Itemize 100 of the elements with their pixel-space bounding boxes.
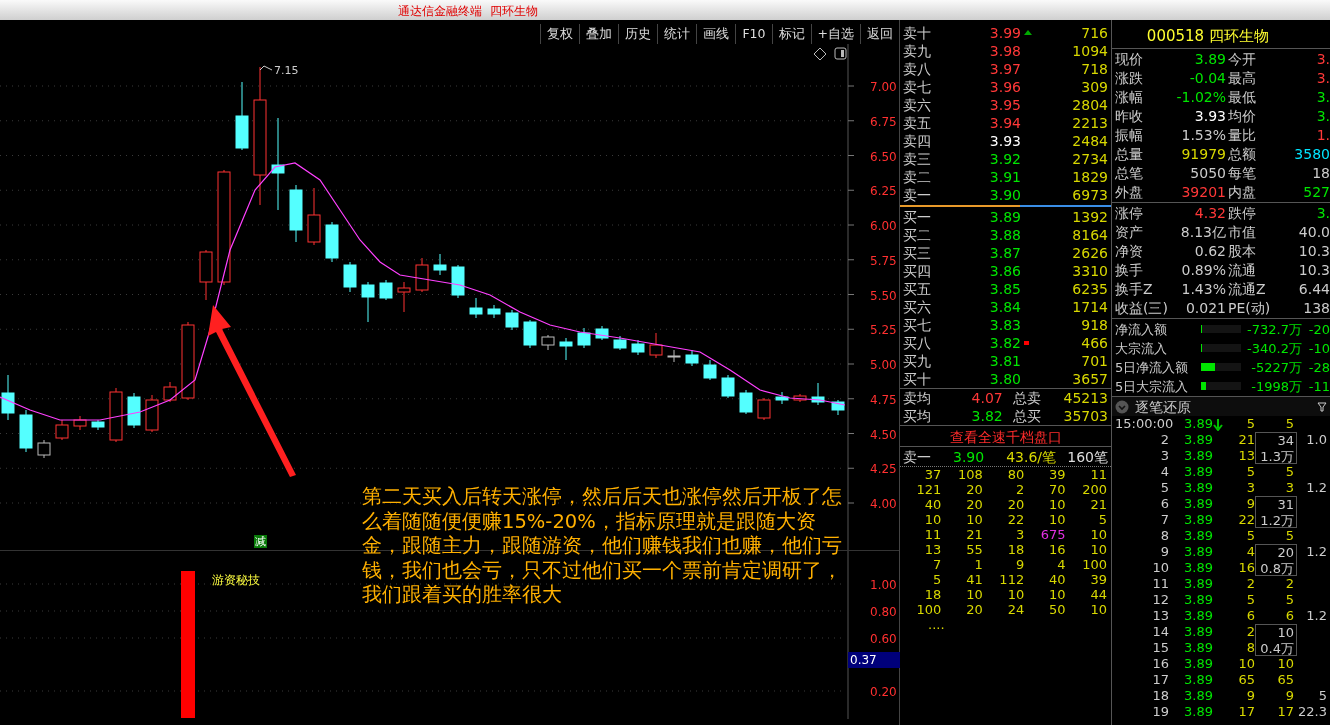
level-label: 卖三 — [903, 150, 932, 168]
order-size: 22 — [1006, 512, 1025, 527]
price-axis-label: 4.25 — [870, 462, 897, 477]
candlestick — [487, 304, 501, 319]
order-size: 50 — [1048, 602, 1066, 617]
group-amount: 0.4万 — [1260, 641, 1294, 657]
price-value: 3.98 — [988, 42, 1021, 60]
tick-price: 3.89 — [1184, 560, 1213, 575]
price-value: 3.96 — [988, 78, 1021, 96]
group-amount: 1.2万 — [1260, 513, 1294, 529]
field-label: 均价 — [1227, 107, 1257, 126]
flow-value: -1998万 — [1250, 378, 1302, 396]
field-value: 18 — [1311, 164, 1330, 183]
tick-volume: 22 — [1237, 512, 1255, 528]
indicator-name: 游资秘技 — [212, 572, 260, 589]
tick-price: 3.89 — [1184, 496, 1213, 511]
field-label: 昨收 — [1115, 107, 1144, 126]
field-label: 总额 — [1227, 145, 1257, 164]
field-label: 每笔 — [1227, 164, 1257, 183]
price-axis-label: 6.00 — [870, 219, 897, 233]
order-size: 41 — [965, 572, 983, 587]
price-value: 3.92 — [988, 150, 1021, 168]
price-value: 3.87 — [988, 244, 1021, 262]
level-label: 买七 — [903, 316, 932, 334]
price-value: 3.85 — [988, 280, 1021, 298]
order-size: 100 — [915, 602, 942, 617]
total-label: 总买 — [1012, 407, 1042, 425]
tick-volume: 2 — [1245, 576, 1255, 592]
level-label: 买九 — [903, 352, 932, 370]
tick-time: 2 — [1159, 432, 1169, 448]
field-value: 8.13亿 — [1179, 223, 1226, 242]
field-value: 1.43% — [1180, 280, 1226, 299]
depth-link[interactable]: 查看全速千档盘口 — [900, 425, 1111, 447]
candlestick — [721, 374, 735, 399]
diamond-icon — [813, 47, 827, 61]
group-count: 10 — [1277, 625, 1294, 641]
field-value: 3. — [1315, 50, 1330, 69]
price-axis-label: 5.50 — [870, 288, 897, 303]
level-label: 买八 — [903, 334, 932, 352]
price-axis-label: 4.50 — [870, 427, 897, 442]
level-label: 买四 — [903, 262, 932, 280]
field-label: 流通Z — [1227, 280, 1267, 299]
volume-value: 3310 — [1071, 262, 1108, 280]
order-size: 55 — [965, 542, 983, 557]
order-size: 20 — [1006, 497, 1025, 512]
order-size: 10 — [1048, 512, 1066, 527]
tick-price: 3.89 — [1184, 624, 1213, 639]
tick-time: 13 — [1151, 608, 1169, 624]
order-size: 9 — [1014, 557, 1025, 572]
candlestick — [145, 394, 159, 433]
candlestick — [831, 399, 845, 416]
order-size: 20 — [965, 602, 983, 617]
signal-badge: 减 — [254, 535, 267, 548]
tick-count: 6 — [1284, 608, 1295, 624]
tick-price: 3.89 — [1184, 416, 1213, 431]
field-label: 股本 — [1227, 242, 1257, 261]
field-label: 收益(三) — [1115, 299, 1168, 318]
order-size: 10 — [923, 512, 942, 527]
filter-icon — [1317, 401, 1327, 412]
volume-value: 716 — [1080, 24, 1108, 42]
candlestick — [685, 349, 699, 367]
candlestick — [703, 359, 717, 381]
volume-value: 6973 — [1071, 186, 1108, 204]
indicator-axis-label: 1.00 — [870, 578, 897, 592]
price-axis-label: 5.75 — [870, 253, 897, 268]
per-order-value: 43.6/笔 — [1006, 448, 1057, 466]
order-size: 108 — [956, 467, 983, 482]
tick-volume: 8 — [1245, 640, 1255, 656]
order-size: 121 — [915, 482, 942, 497]
field-value: 10.3 — [1297, 242, 1330, 261]
field-label: 净资 — [1115, 242, 1144, 261]
price-value: 3.82 — [988, 334, 1021, 352]
level-label: 卖七 — [903, 78, 932, 96]
field-value: 3. — [1315, 107, 1330, 126]
candlestick — [325, 221, 339, 263]
volume-value: 466 — [1080, 334, 1108, 352]
tick-volume: 6 — [1245, 608, 1255, 624]
field-value: 5050 — [1189, 164, 1226, 183]
field-value: 0.62 — [1193, 242, 1226, 261]
candlestick — [343, 261, 357, 293]
tick-volume: 21 — [1237, 432, 1255, 448]
tick-count: 3 — [1284, 480, 1295, 496]
level-label: 买均 — [903, 407, 932, 425]
candlestick — [451, 264, 465, 299]
tick-count: 10 — [1276, 656, 1295, 672]
order-size: 10 — [965, 512, 983, 527]
price-value: 3.91 — [988, 168, 1021, 186]
candlestick — [289, 184, 303, 243]
flow-value: -340.2万 — [1246, 340, 1302, 358]
price-value: 3.83 — [988, 316, 1021, 334]
tick-price: 3.89 — [1184, 432, 1213, 447]
order-size: 13 — [923, 542, 942, 557]
tick-time: 18 — [1151, 688, 1169, 704]
tick-time: 14 — [1151, 624, 1169, 640]
field-value: 91979 — [1180, 145, 1226, 164]
candlestick — [505, 309, 519, 331]
order-size: 37 — [923, 467, 942, 482]
level-label: 买五 — [903, 280, 932, 298]
field-label: 最低 — [1227, 88, 1257, 107]
candlestick — [595, 325, 609, 341]
